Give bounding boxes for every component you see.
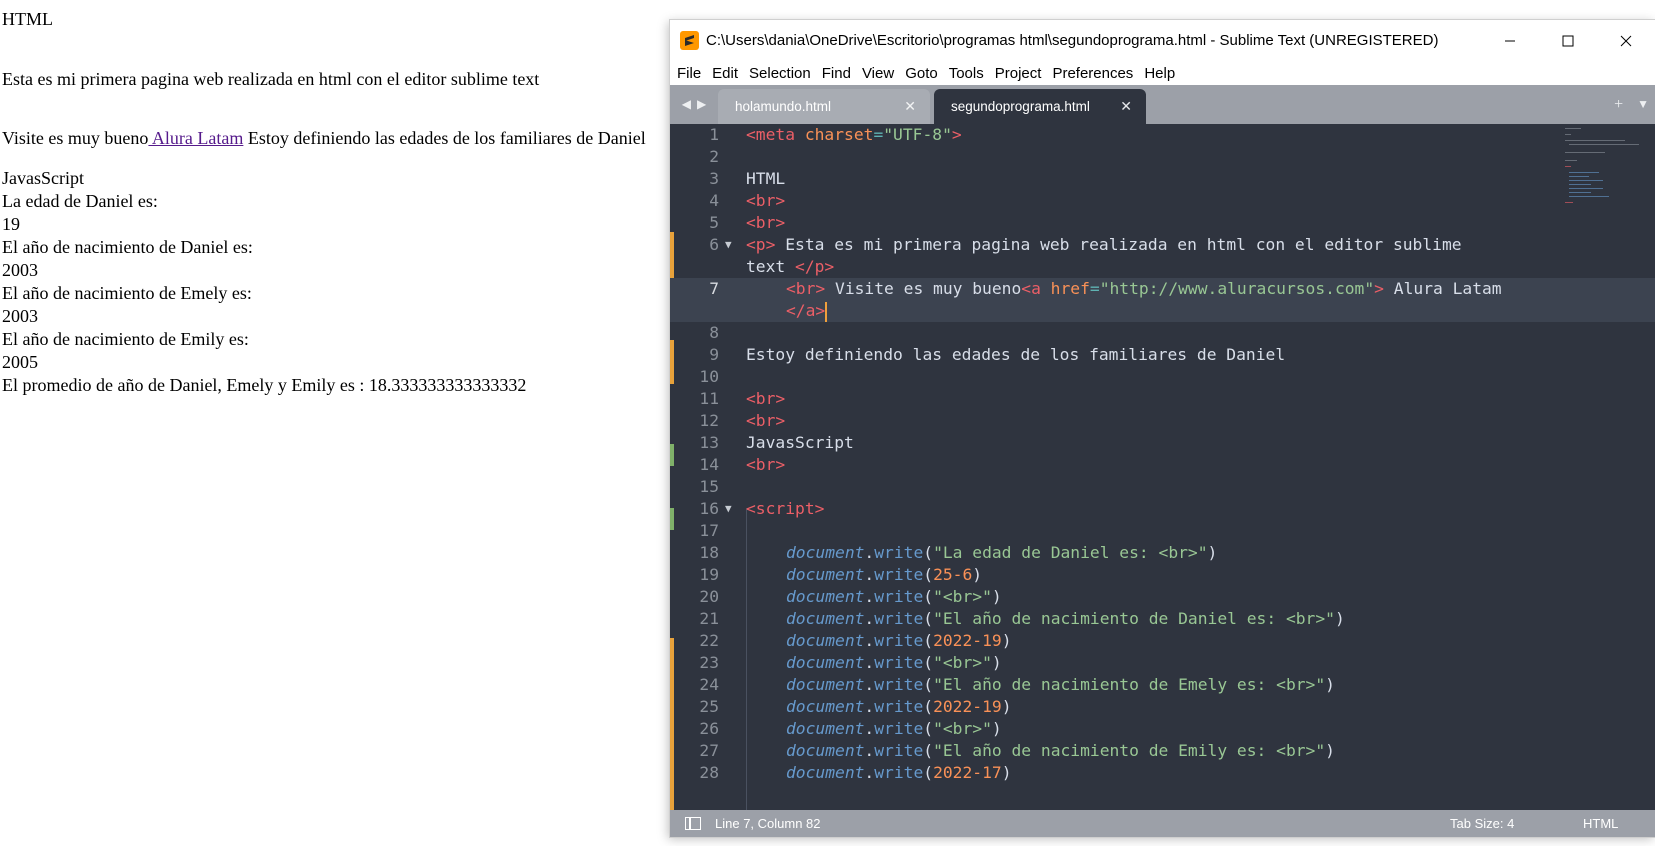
code-line: 28 document.write(2022-17) (699, 763, 1012, 782)
tab-segundoprograma[interactable]: segundoprograma.html ✕ (934, 89, 1146, 124)
visit-prefix: Visite es muy bueno (2, 128, 149, 148)
code-line: 9 Estoy definiendo las edades de los fam… (709, 345, 1286, 364)
minimize-button[interactable] (1481, 20, 1539, 61)
menu-selection[interactable]: Selection (749, 65, 811, 82)
code-line: 11 <br> (699, 389, 786, 408)
code-line: 19 document.write(25-6) (699, 565, 983, 584)
code-line: 2 (709, 147, 719, 166)
code-line: 10 (699, 367, 719, 386)
menu-help[interactable]: Help (1144, 65, 1175, 82)
output-line: El año de nacimiento de Emily es: (2, 329, 249, 349)
page-paragraph: Esta es mi primera pagina web realizada … (2, 69, 540, 89)
current-code-line: 7 <br> Visite es muy bueno<a href="http:… (670, 278, 1655, 322)
code-line: 27 document.write("El año de nacimiento … (699, 741, 1335, 760)
output-line: La edad de Daniel es: (2, 191, 158, 211)
code-line: 21 document.write("El año de nacimiento … (699, 609, 1345, 628)
maximize-icon (1562, 35, 1574, 46)
title-bar[interactable]: C:\Users\dania\OneDrive\Escritorio\progr… (670, 20, 1655, 61)
text-cursor (825, 301, 828, 322)
menu-edit[interactable]: Edit (712, 65, 738, 82)
menu-find[interactable]: Find (822, 65, 851, 82)
tab-size-selector[interactable]: Tab Size: 4 (1450, 816, 1583, 831)
code-line: 15 (699, 477, 719, 496)
menu-view[interactable]: View (862, 65, 894, 82)
menu-bar: File Edit Selection Find View Goto Tools… (670, 61, 1655, 85)
code-line: 5 <br> (709, 213, 786, 232)
close-icon (1620, 35, 1632, 46)
code-line: 20 document.write("<br>") (699, 587, 1002, 606)
cursor-position: Line 7, Column 82 (715, 816, 821, 831)
alura-link[interactable]: Alura Latam (148, 128, 243, 148)
fold-arrow-icon[interactable]: ▼ (725, 234, 732, 256)
output-line: 2003 (2, 306, 38, 326)
code-line: 24 document.write("El año de nacimiento … (699, 675, 1335, 694)
tab-close-icon[interactable]: ✕ (1120, 98, 1132, 115)
fold-arrow-icon[interactable]: ▼ (725, 498, 732, 520)
tab-holamundo[interactable]: holamundo.html ✕ (718, 89, 930, 124)
output-line: El promedio de año de Daniel, Emely y Em… (2, 375, 527, 395)
code-line: 17 (699, 521, 719, 540)
code-line: 8 (709, 323, 719, 342)
code-line-wrap: text </p> (746, 257, 835, 276)
code-line: 14 <br> (699, 455, 786, 474)
tab-label: holamundo.html (735, 99, 832, 114)
code-line: 23 document.write("<br>") (699, 653, 1002, 672)
code-line: 22 document.write(2022-19) (699, 631, 1012, 650)
close-button[interactable] (1597, 20, 1655, 61)
code-line: 1 <meta charset="UTF-8"> (709, 125, 962, 144)
sublime-logo-icon (680, 31, 699, 50)
syntax-selector[interactable]: HTML (1583, 816, 1655, 831)
visit-suffix: Estoy definiendo las edades de los famil… (243, 128, 646, 148)
code-line: 6 ▼ <p> Esta es mi primera pagina web re… (709, 234, 1462, 256)
sidebar-toggle-icon[interactable] (685, 817, 701, 830)
output-line: 2003 (2, 260, 38, 280)
maximize-button[interactable] (1539, 20, 1597, 61)
sublime-window: C:\Users\dania\OneDrive\Escritorio\progr… (670, 20, 1655, 837)
code-line: 13 JavasScript (699, 433, 854, 452)
code-line: 3 HTML (709, 169, 786, 188)
code-editor[interactable]: 1 <meta charset="UTF-8"> 2 3 HTML 4 <br>… (670, 124, 1655, 810)
output-line: 2005 (2, 352, 38, 372)
output-line: El año de nacimiento de Daniel es: (2, 237, 253, 257)
visit-line: Visite es muy bueno Alura Latam Estoy de… (2, 127, 662, 150)
code-line: 12 <br> (699, 411, 786, 430)
output-line: 19 (2, 214, 20, 234)
tab-navigation: ◀ ▶ (670, 85, 718, 124)
tab-prev-icon[interactable]: ◀ (682, 97, 691, 112)
code-line: 25 document.write(2022-19) (699, 697, 1012, 716)
output-line: El año de nacimiento de Emely es: (2, 283, 252, 303)
code-line: 16 ▼ <script> (699, 498, 825, 520)
tab-next-icon[interactable]: ▶ (697, 97, 706, 112)
code-line: 4 <br> (709, 191, 786, 210)
menu-preferences[interactable]: Preferences (1052, 65, 1133, 82)
tabbar-actions: + ▼ (1614, 85, 1655, 124)
code-line: 26 document.write("<br>") (699, 719, 1002, 738)
page-heading: HTML (2, 9, 53, 29)
tab-label: segundoprograma.html (951, 99, 1090, 114)
status-bar: Line 7, Column 82 Tab Size: 4 HTML (670, 810, 1655, 837)
tab-list-icon[interactable]: ▼ (1637, 97, 1649, 112)
menu-tools[interactable]: Tools (949, 65, 984, 82)
browser-page: HTML Esta es mi primera pagina web reali… (2, 8, 662, 397)
menu-project[interactable]: Project (995, 65, 1042, 82)
js-label: JavasScript (2, 168, 84, 188)
menu-file[interactable]: File (677, 65, 701, 82)
tab-close-icon[interactable]: ✕ (904, 98, 916, 115)
new-tab-icon[interactable]: + (1614, 96, 1623, 114)
window-title: C:\Users\dania\OneDrive\Escritorio\progr… (706, 32, 1439, 49)
menu-goto[interactable]: Goto (905, 65, 938, 82)
minimize-icon (1505, 40, 1515, 41)
code-line: 18 document.write("La edad de Daniel es:… (699, 543, 1218, 562)
tab-bar: ◀ ▶ holamundo.html ✕ segundoprograma.htm… (670, 85, 1655, 124)
